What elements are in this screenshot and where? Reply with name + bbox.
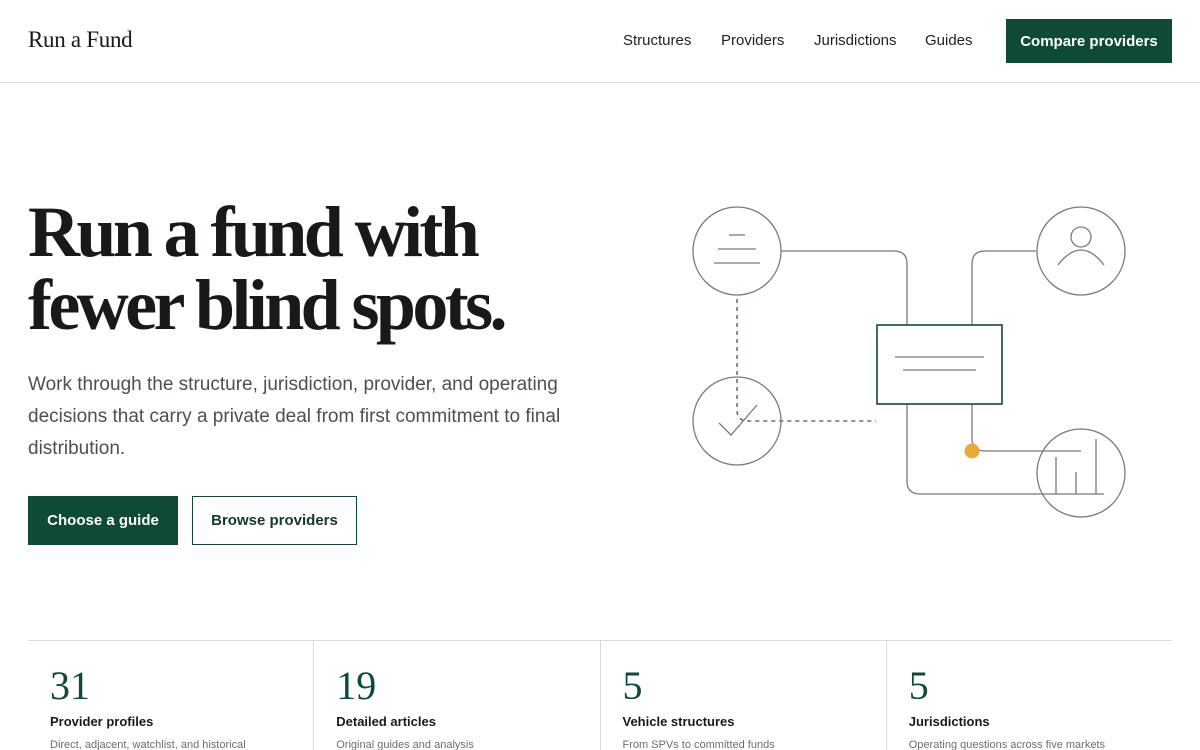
- stat-number: 5: [908, 663, 929, 708]
- nav-jurisdictions[interactable]: Jurisdictions: [814, 32, 897, 49]
- connector-line: [971, 250, 1036, 325]
- hero-title-line: Run a fund with: [28, 192, 480, 272]
- nav-guides[interactable]: Guides: [925, 32, 973, 49]
- browse-providers-button[interactable]: Browse providers: [192, 496, 357, 545]
- stat-description: Original guides and analysis: [336, 739, 474, 750]
- stats-row: 31 Provider profiles Direct, adjacent, w…: [28, 640, 1172, 750]
- connector-line: [971, 404, 1081, 452]
- compare-providers-button[interactable]: Compare providers: [1006, 19, 1172, 63]
- stat-provider-profiles: 31 Provider profiles Direct, adjacent, w…: [28, 641, 315, 750]
- stat-label: Vehicle structures: [622, 714, 735, 729]
- stat-description: Operating questions across five markets: [908, 739, 1106, 750]
- user-icon: [1036, 206, 1126, 296]
- stat-detailed-articles: 19 Detailed articles Original guides and…: [314, 641, 601, 750]
- hero-title-line: fewer blind spots.: [28, 265, 508, 345]
- stat-number: 19: [336, 663, 377, 708]
- hero-illustration: [692, 206, 1126, 518]
- stat-label: Detailed articles: [336, 714, 436, 729]
- bar-chart-icon: [1036, 428, 1126, 518]
- card-icon: [876, 324, 1003, 405]
- stat-number: 5: [622, 663, 643, 708]
- stat-jurisdictions: 5 Jurisdictions Operating questions acro…: [887, 641, 1172, 750]
- stat-description: From SPVs to committed funds: [622, 739, 775, 750]
- hero-title: Run a fund with fewer blind spots.: [28, 196, 588, 342]
- stat-label: Jurisdictions: [908, 714, 990, 729]
- stat-description: Direct, adjacent, watchlist, and histori…: [50, 739, 246, 750]
- stat-label: Provider profiles: [50, 714, 154, 729]
- hero-subtitle: Work through the structure, jurisdiction…: [28, 374, 561, 459]
- stat-number: 31: [50, 663, 90, 708]
- document-icon: [692, 206, 782, 296]
- nav-providers[interactable]: Providers: [721, 32, 784, 49]
- accent-dot: [964, 443, 980, 459]
- brand-logo[interactable]: Run a Fund: [28, 27, 133, 53]
- site-header: Run a Fund Structures Providers Jurisdic…: [0, 0, 1200, 83]
- nav-structures[interactable]: Structures: [623, 32, 691, 49]
- stat-vehicle-structures: 5 Vehicle structures From SPVs to commit…: [601, 641, 887, 750]
- choose-guide-button[interactable]: Choose a guide: [28, 496, 178, 545]
- connector-line: [906, 404, 1104, 495]
